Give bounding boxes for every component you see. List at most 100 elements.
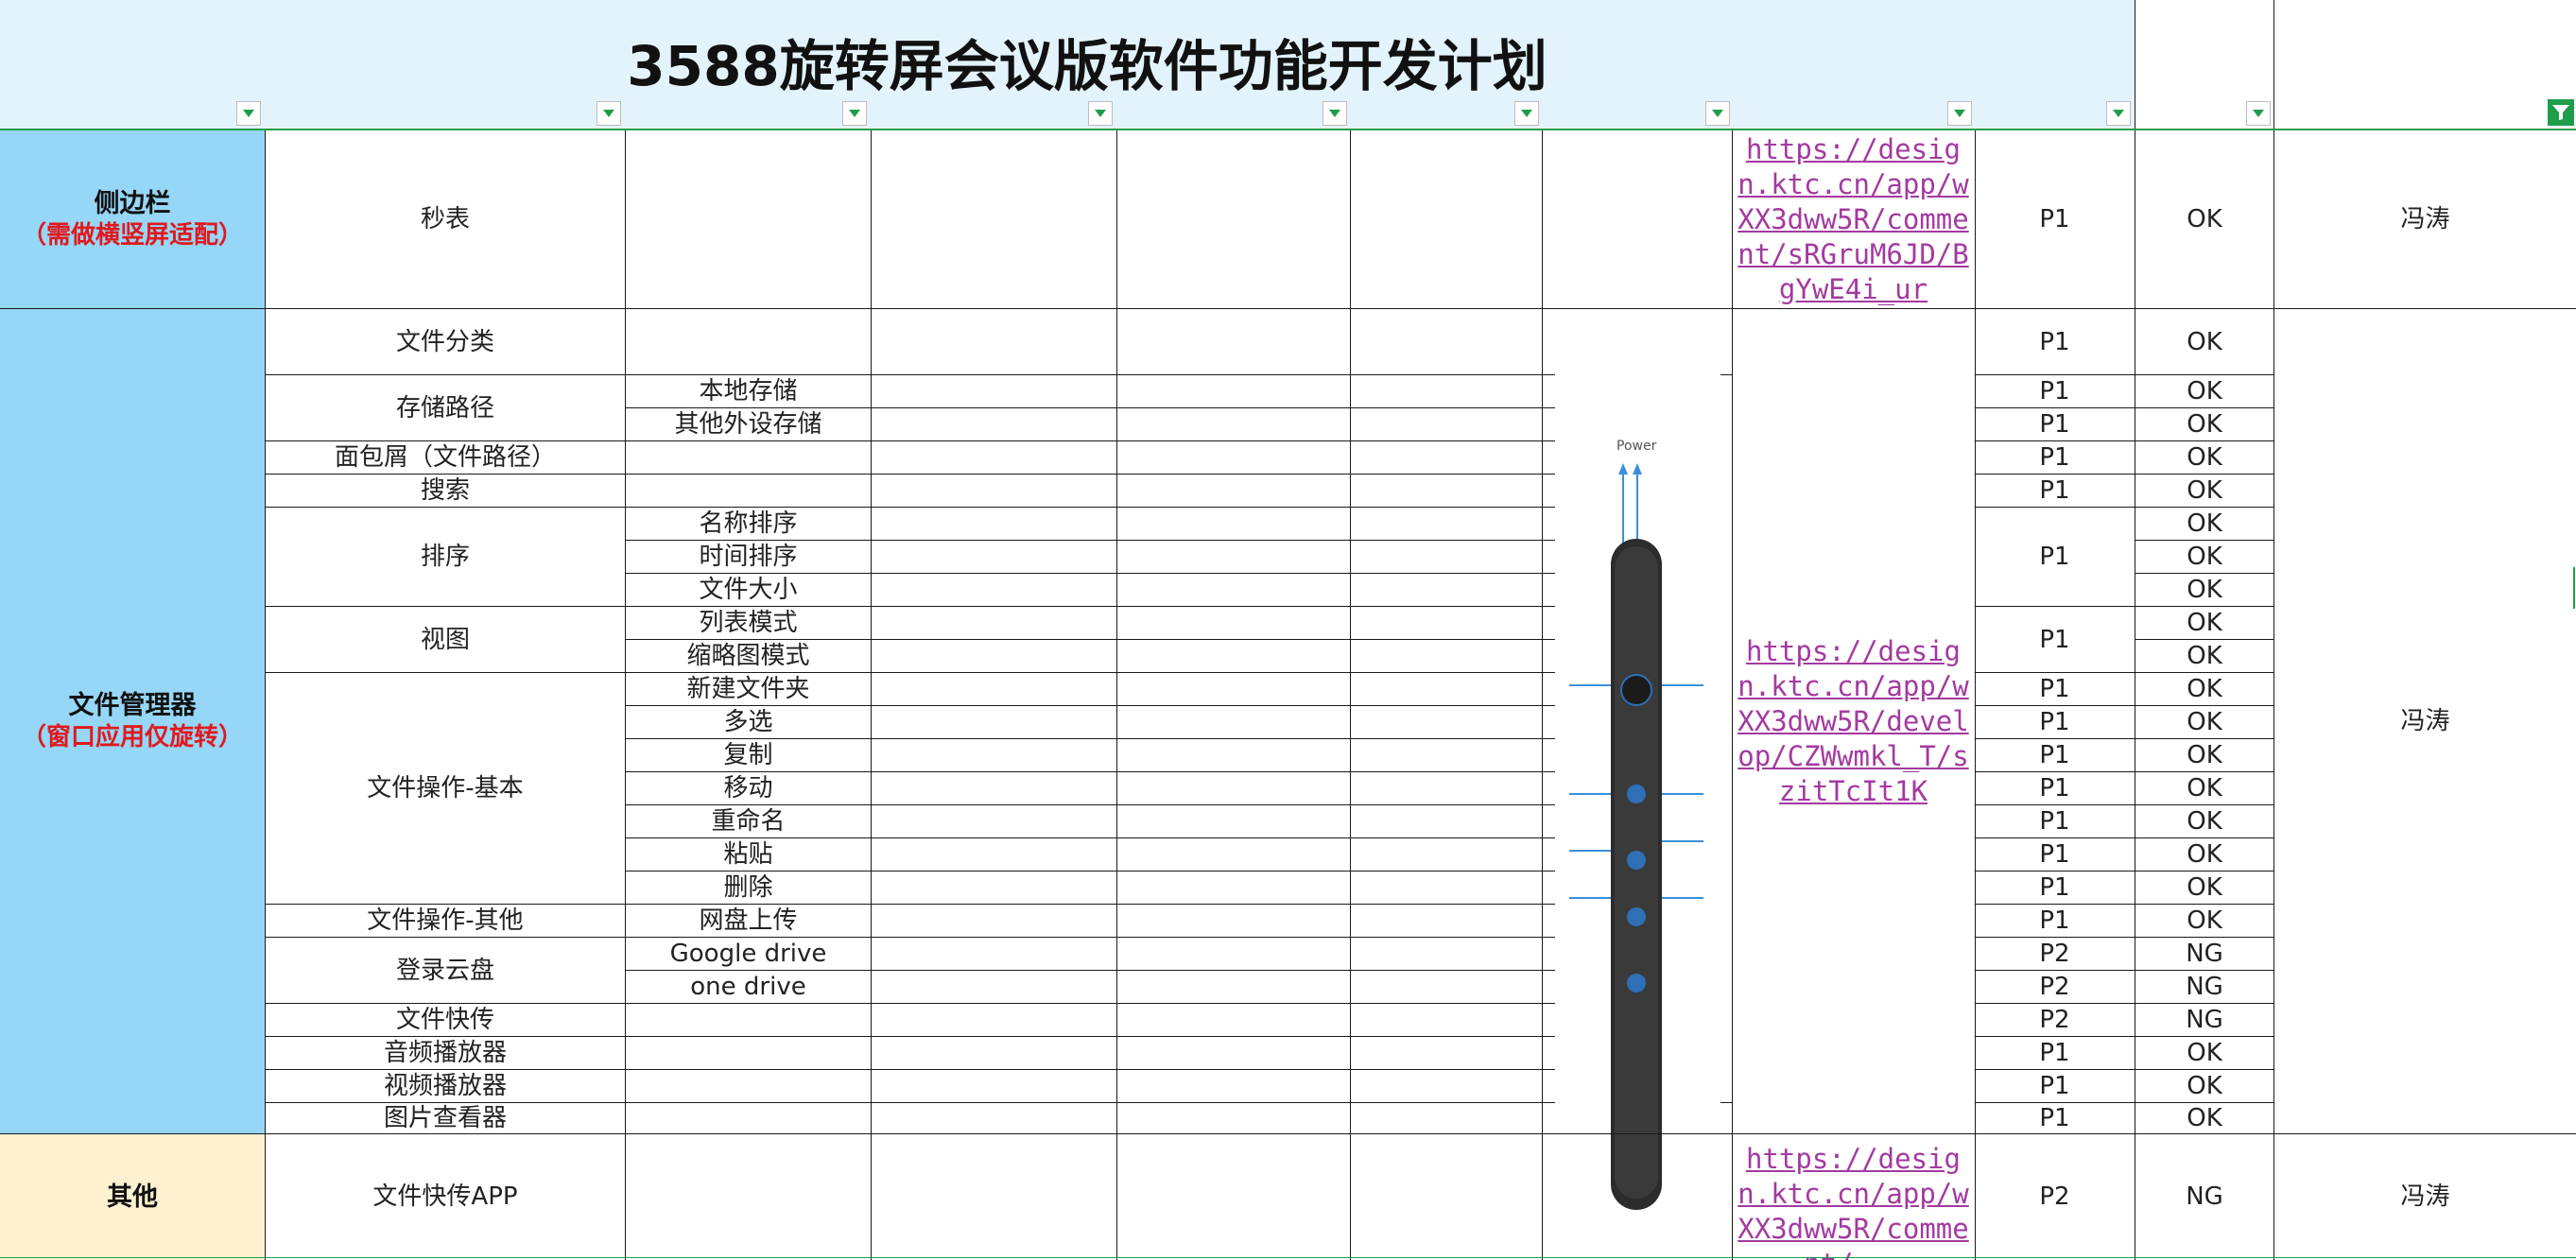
priority-cell[interactable]: P2: [1976, 1134, 2134, 1260]
status-cell[interactable]: OK: [2135, 905, 2273, 938]
status-cell[interactable]: NG: [2135, 971, 2273, 1004]
status-cell[interactable]: OK: [2135, 640, 2273, 673]
subfeature-cell[interactable]: 本地存储: [626, 375, 871, 408]
priority-cell[interactable]: P1: [1976, 1103, 2134, 1134]
feature-cell[interactable]: 图片查看器: [266, 1103, 625, 1134]
priority-cell[interactable]: P1: [1976, 441, 2134, 475]
status-cell[interactable]: OK: [2135, 129, 2273, 309]
priority-cell[interactable]: P1: [1976, 508, 2134, 607]
subfeature-cell[interactable]: 名称排序: [626, 508, 871, 541]
priority-cell[interactable]: P1: [1976, 872, 2134, 905]
filter-dropdown-icon[interactable]: [596, 101, 621, 126]
feature-cell[interactable]: 排序: [266, 508, 625, 607]
status-cell[interactable]: OK: [2135, 805, 2273, 838]
design-link[interactable]: https://design.ktc.cn/app/wXX3dww5R/deve…: [1738, 634, 1969, 809]
filter-dropdown-icon[interactable]: [1705, 101, 1730, 126]
status-cell[interactable]: OK: [2135, 772, 2273, 805]
status-cell[interactable]: OK: [2135, 1037, 2273, 1070]
feature-cell[interactable]: 文件快传: [266, 1004, 625, 1037]
status-cell[interactable]: NG: [2135, 1134, 2273, 1260]
filter-dropdown-icon[interactable]: [1514, 101, 1539, 126]
subfeature-cell[interactable]: 时间排序: [626, 541, 871, 574]
filter-dropdown-icon[interactable]: [236, 101, 261, 126]
subfeature-cell[interactable]: 网盘上传: [626, 905, 871, 938]
priority-cell[interactable]: P1: [1976, 309, 2134, 375]
feature-cell[interactable]: 面包屑（文件路径）: [266, 441, 625, 475]
priority-cell[interactable]: P1: [1976, 905, 2134, 938]
feature-cell[interactable]: 文件快传APP: [266, 1134, 625, 1260]
subfeature-cell[interactable]: 移动: [626, 772, 871, 805]
status-cell[interactable]: OK: [2135, 1070, 2273, 1103]
subfeature-cell[interactable]: 文件大小: [626, 574, 871, 607]
feature-cell[interactable]: 文件操作-其他: [266, 905, 625, 938]
status-cell[interactable]: OK: [2135, 673, 2273, 706]
priority-cell[interactable]: P2: [1976, 971, 2134, 1004]
priority-cell[interactable]: P1: [1976, 673, 2134, 706]
owner-cell[interactable]: 冯涛: [2274, 309, 2576, 1134]
feature-cell[interactable]: 音频播放器: [266, 1037, 625, 1070]
feature-cell[interactable]: 文件操作-基本: [266, 673, 625, 905]
status-cell[interactable]: OK: [2135, 309, 2273, 375]
feature-cell[interactable]: 搜索: [266, 475, 625, 508]
priority-cell[interactable]: P1: [1976, 838, 2134, 872]
subfeature-cell[interactable]: 粘贴: [626, 838, 871, 872]
subfeature-cell[interactable]: 重命名: [626, 805, 871, 838]
status-cell[interactable]: OK: [2135, 541, 2273, 574]
priority-cell[interactable]: P1: [1976, 1037, 2134, 1070]
subfeature-cell[interactable]: 删除: [626, 872, 871, 905]
design-link[interactable]: https://design.ktc.cn/app/wXX3dww5R/comm…: [1738, 1142, 1969, 1260]
owner-cell[interactable]: 冯涛: [2274, 1134, 2576, 1260]
feature-cell[interactable]: 文件分类: [266, 309, 625, 375]
link-cell[interactable]: https://design.ktc.cn/app/wXX3dww5R/deve…: [1732, 309, 1975, 1134]
feature-cell[interactable]: 登录云盘: [266, 938, 625, 1004]
priority-cell[interactable]: P1: [1976, 475, 2134, 508]
subfeature-cell[interactable]: 其他外设存储: [626, 408, 871, 441]
filter-dropdown-icon[interactable]: [1323, 101, 1347, 126]
status-cell[interactable]: OK: [2135, 441, 2273, 475]
filter-dropdown-icon[interactable]: [2246, 101, 2271, 126]
priority-cell[interactable]: P1: [1976, 739, 2134, 772]
design-link[interactable]: https://design.ktc.cn/app/wXX3dww5R/comm…: [1738, 132, 1969, 307]
status-cell[interactable]: OK: [2135, 508, 2273, 541]
priority-cell[interactable]: P1: [1976, 706, 2134, 739]
status-cell[interactable]: OK: [2135, 574, 2273, 607]
link-cell[interactable]: https://design.ktc.cn/app/wXX3dww5R/comm…: [1732, 1134, 1975, 1260]
subfeature-cell[interactable]: 列表模式: [626, 607, 871, 640]
priority-cell[interactable]: P1: [1976, 375, 2134, 408]
filter-dropdown-icon[interactable]: [842, 101, 867, 126]
priority-cell[interactable]: P1: [1976, 408, 2134, 441]
status-cell[interactable]: NG: [2135, 1004, 2273, 1037]
feature-cell[interactable]: 存储路径: [266, 375, 625, 441]
subfeature-cell[interactable]: 缩略图模式: [626, 640, 871, 673]
priority-cell[interactable]: P1: [1976, 607, 2134, 673]
filter-dropdown-icon[interactable]: [1947, 101, 1972, 126]
feature-cell[interactable]: 视图: [266, 607, 625, 673]
status-cell[interactable]: OK: [2135, 739, 2273, 772]
feature-cell[interactable]: 视频播放器: [266, 1070, 625, 1103]
subfeature-cell[interactable]: one drive: [626, 971, 871, 1004]
priority-cell[interactable]: P1: [1976, 1070, 2134, 1103]
filter-dropdown-icon[interactable]: [2106, 101, 2131, 126]
link-cell[interactable]: https://design.ktc.cn/app/wXX3dww5R/comm…: [1732, 129, 1975, 309]
status-cell[interactable]: OK: [2135, 475, 2273, 508]
subfeature-cell[interactable]: 多选: [626, 706, 871, 739]
status-cell[interactable]: OK: [2135, 607, 2273, 640]
subfeature-cell[interactable]: 新建文件夹: [626, 673, 871, 706]
priority-cell[interactable]: P1: [1976, 805, 2134, 838]
feature-cell[interactable]: 秒表: [266, 129, 625, 309]
subfeature-cell[interactable]: 复制: [626, 739, 871, 772]
priority-cell[interactable]: P2: [1976, 938, 2134, 971]
priority-cell[interactable]: P1: [1976, 129, 2134, 309]
status-cell[interactable]: OK: [2135, 706, 2273, 739]
status-cell[interactable]: OK: [2135, 375, 2273, 408]
subfeature-cell[interactable]: Google drive: [626, 938, 871, 971]
filter-dropdown-icon[interactable]: [1088, 101, 1113, 126]
status-cell[interactable]: OK: [2135, 838, 2273, 872]
status-cell[interactable]: NG: [2135, 938, 2273, 971]
priority-cell[interactable]: P2: [1976, 1004, 2134, 1037]
owner-cell[interactable]: 冯涛: [2274, 129, 2576, 309]
status-cell[interactable]: OK: [2135, 872, 2273, 905]
status-cell[interactable]: OK: [2135, 1103, 2273, 1134]
priority-cell[interactable]: P1: [1976, 772, 2134, 805]
status-cell[interactable]: OK: [2135, 408, 2273, 441]
